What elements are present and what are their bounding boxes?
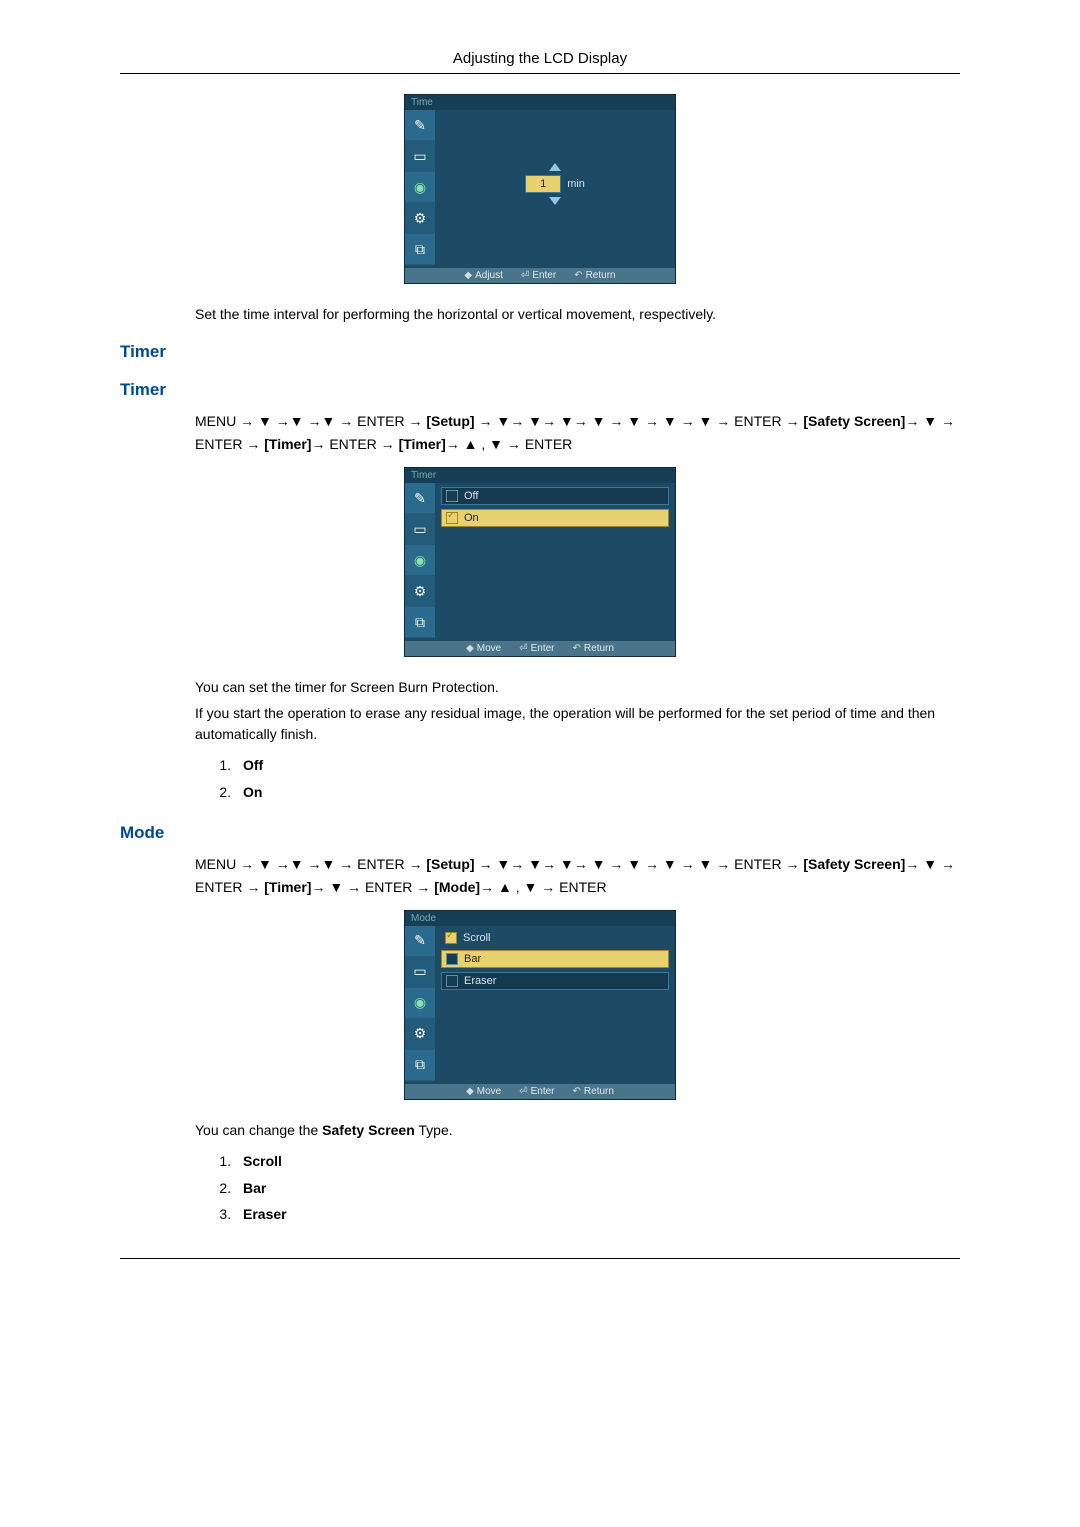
divider [120,73,960,74]
chevron-up-icon[interactable] [549,163,561,171]
screen-icon[interactable] [405,957,435,988]
list-item: On [235,779,960,806]
checkbox-icon [446,490,458,502]
time-spinner[interactable]: 1 min [441,114,669,254]
checkbox-checked-icon [445,932,457,944]
option-bar[interactable]: Bar [441,950,669,968]
checkbox-checked-icon [446,512,458,524]
list-item: Eraser [235,1201,960,1228]
page-title: Adjusting the LCD Display [120,50,960,67]
circle-icon[interactable] [405,172,435,203]
osd-panel-mode: Mode Scroll Bar Erase [404,910,676,1100]
time-description: Set the time interval for performing the… [195,304,960,324]
footer-return: Return [584,1086,614,1097]
osd-footer: ◆Adjust ⏎Enter ↶Return [405,268,675,283]
option-bar-label: Bar [464,953,481,965]
checkbox-icon [446,975,458,987]
footer-adjust: Adjust [475,270,503,281]
footer-move: Move [477,1086,501,1097]
footer-return: Return [586,270,616,281]
list-item: Off [235,752,960,779]
brush-icon[interactable] [405,926,435,957]
footer-enter: Enter [532,270,556,281]
time-value: 1 [525,175,561,193]
osd-title: Mode [405,911,675,926]
mode-option-list: Scroll Bar Eraser [215,1148,960,1228]
osd-tab-strip [405,926,435,1084]
screen-icon[interactable] [405,141,435,172]
option-on-label: On [464,512,479,524]
osd-footer: ◆Move ⏎Enter ↶Return [405,641,675,656]
osd-title: Time [405,95,675,110]
option-off-label: Off [464,490,478,502]
osd-panel-time: Time 1 min ◆Adjust [404,94,676,284]
brush-icon[interactable] [405,483,435,514]
timer-desc-1: You can set the timer for Screen Burn Pr… [195,677,960,697]
checkbox-icon [446,953,458,965]
nav-sequence-mode: MENU → ▼ →▼ →▼ → ENTER → [Setup] → ▼→ ▼→… [195,853,960,898]
osd-footer: ◆Move ⏎Enter ↶Return [405,1084,675,1099]
footer-enter: Enter [531,1086,555,1097]
circle-icon[interactable] [405,545,435,576]
input-icon[interactable] [405,607,435,638]
footer-return: Return [584,643,614,654]
osd-tab-strip [405,110,435,268]
nav-sequence-timer: MENU → ▼ →▼ →▼ → ENTER → [Setup] → ▼→ ▼→… [195,410,960,455]
brush-icon[interactable] [405,110,435,141]
footer-move: Move [477,643,501,654]
screen-icon[interactable] [405,514,435,545]
footer-enter: Enter [531,643,555,654]
osd-panel-timer: Timer Off On ◆Move ⏎En [404,467,676,657]
osd-title: Timer [405,468,675,483]
input-icon[interactable] [405,1050,435,1081]
heading-timer-2: Timer [120,380,960,400]
option-eraser[interactable]: Eraser [441,972,669,990]
option-eraser-label: Eraser [464,975,496,987]
list-item: Scroll [235,1148,960,1175]
heading-mode: Mode [120,823,960,843]
option-off[interactable]: Off [441,487,669,505]
list-item: Bar [235,1175,960,1202]
chevron-down-icon[interactable] [549,197,561,205]
gear-icon[interactable] [405,203,435,234]
divider [120,1258,960,1259]
osd-tab-strip [405,483,435,641]
input-icon[interactable] [405,234,435,265]
heading-timer-1: Timer [120,342,960,362]
mode-description: You can change the Safety Screen Type. [195,1120,960,1140]
timer-option-list: Off On [215,752,960,805]
option-on[interactable]: On [441,509,669,527]
time-unit: min [567,178,585,190]
circle-icon[interactable] [405,988,435,1019]
option-scroll[interactable]: Scroll [441,930,669,946]
option-scroll-label: Scroll [463,932,491,944]
gear-icon[interactable] [405,1019,435,1050]
gear-icon[interactable] [405,576,435,607]
timer-desc-2: If you start the operation to erase any … [195,703,960,744]
